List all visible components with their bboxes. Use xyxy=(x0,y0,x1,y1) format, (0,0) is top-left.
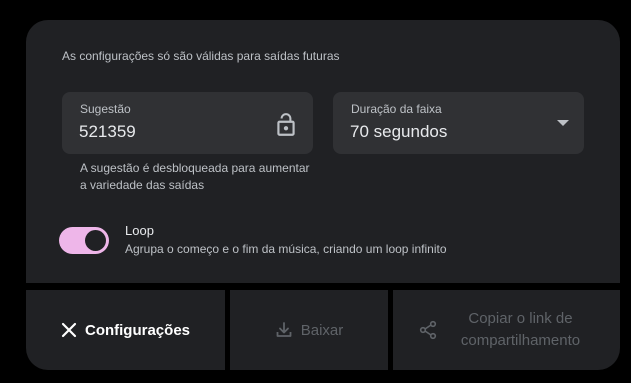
share-icon xyxy=(418,320,438,340)
loop-toggle[interactable] xyxy=(59,227,109,254)
seed-hint: A sugestão é desbloqueada para aumentar … xyxy=(80,161,310,192)
loop-description: Agrupa o começo e o fim da música, crian… xyxy=(125,242,447,256)
seed-field[interactable]: Sugestão 521359 xyxy=(62,92,313,154)
download-button-label: Baixar xyxy=(300,321,344,339)
share-button-label: Copiar o link de compartilhamento xyxy=(460,310,581,349)
settings-button-label: Configurações xyxy=(84,321,190,339)
unlock-icon[interactable] xyxy=(273,112,299,138)
download-button[interactable]: Baixar xyxy=(230,290,388,370)
duration-label: Duração da faixa xyxy=(351,102,442,116)
close-settings-button[interactable]: Configurações xyxy=(26,290,225,370)
close-icon xyxy=(61,322,77,338)
duration-select[interactable]: Duração da faixa 70 segundos xyxy=(333,92,584,154)
settings-notice: As configurações só são válidas para saí… xyxy=(62,49,340,63)
loop-toggle-knob xyxy=(85,230,106,251)
seed-label: Sugestão xyxy=(80,102,131,116)
chevron-down-icon[interactable] xyxy=(556,118,570,128)
duration-value: 70 segundos xyxy=(350,122,448,141)
download-icon xyxy=(275,321,293,339)
settings-panel: As configurações só são válidas para saí… xyxy=(26,20,620,283)
loop-title: Loop xyxy=(125,223,154,238)
seed-value: 521359 xyxy=(79,122,136,141)
share-link-button[interactable]: Copiar o link de compartilhamento xyxy=(393,290,620,370)
